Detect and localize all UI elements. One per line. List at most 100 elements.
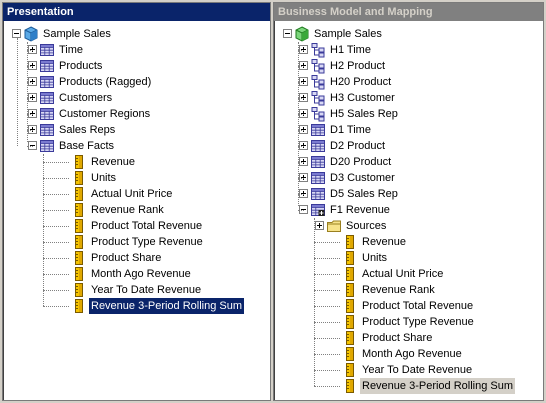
tree-node-table[interactable]: Time	[3, 42, 270, 58]
tree-node-label: Actual Unit Price	[91, 188, 173, 200]
tree-connector-line	[314, 274, 340, 275]
tree-connector-line	[314, 322, 340, 323]
tree-connector-line	[43, 226, 69, 227]
tree-node-label: F1 Revenue	[330, 204, 390, 216]
tree-connector-line	[314, 242, 340, 243]
business-model-tree[interactable]: Sample Sales H1 Time H2 Product H20 Product…	[274, 21, 543, 400]
tree-node-label: Product Share	[362, 332, 433, 344]
business-model-pane[interactable]: Business Model and Mapping Sample Sales H…	[273, 2, 544, 401]
presentation-pane[interactable]: Presentation Sample Sales Time Products Pro…	[2, 2, 271, 401]
tree-connector-line	[43, 274, 69, 275]
tree-node-business-model[interactable]: Sample Sales	[274, 26, 543, 42]
measure-column-icon	[342, 330, 358, 346]
tree-node-label: Units	[91, 172, 117, 184]
measure-column-icon	[342, 298, 358, 314]
measure-column-icon	[342, 314, 358, 330]
tree-node-label: D20 Product	[330, 156, 392, 168]
tree-node-hierarchy[interactable]: H1 Time	[274, 42, 543, 58]
tree-node-fact[interactable]: F1 Revenue	[274, 202, 543, 218]
table-icon	[39, 106, 55, 122]
business-model-cube-icon	[294, 26, 310, 42]
tree-node-label: Time	[59, 44, 84, 56]
measure-column-icon	[342, 362, 358, 378]
table-icon	[39, 42, 55, 58]
measure-column-icon	[342, 378, 358, 394]
tree-node-label: Base Facts	[59, 140, 115, 152]
hierarchy-icon	[310, 106, 326, 122]
tree-node-dimension[interactable]: D2 Product	[274, 138, 543, 154]
tree-connector-line	[43, 154, 44, 306]
tree-connector-line	[314, 338, 340, 339]
tree-node-label: Products (Ragged)	[59, 76, 152, 88]
table-icon	[39, 138, 55, 154]
tree-connector-line	[314, 354, 340, 355]
tree-node-label: Product Total Revenue	[91, 220, 203, 232]
expand-toggle[interactable]	[315, 221, 324, 230]
tree-node-label: H20 Product	[330, 76, 392, 88]
tree-connector-line	[314, 370, 340, 371]
tree-node-label: Sample Sales	[43, 28, 111, 40]
tree-node-hierarchy[interactable]: H3 Customer	[274, 90, 543, 106]
tree-node-table[interactable]: Products (Ragged)	[3, 74, 270, 90]
measure-column-icon	[342, 234, 358, 250]
tree-node-label: Sales Reps	[59, 124, 116, 136]
tree-connector-line	[27, 42, 28, 142]
tree-node-table[interactable]: Sales Reps	[3, 122, 270, 138]
presentation-tree[interactable]: Sample Sales Time Products Products (Ragged…	[3, 21, 270, 400]
hierarchy-icon	[310, 90, 326, 106]
tree-node-label: Year To Date Revenue	[362, 364, 473, 376]
tree-node-label: Year To Date Revenue	[91, 284, 202, 296]
tree-node-label: Units	[362, 252, 388, 264]
tree-node-label: D1 Time	[330, 124, 371, 136]
measure-column-icon	[71, 218, 87, 234]
hierarchy-icon	[310, 58, 326, 74]
tree-connector-line	[298, 210, 304, 211]
tree-connector-line	[43, 178, 69, 179]
tree-node-hierarchy[interactable]: H20 Product	[274, 74, 543, 90]
business-model-pane-title: Business Model and Mapping	[274, 3, 543, 21]
measure-column-icon	[71, 154, 87, 170]
tree-node-table[interactable]: Customer Regions	[3, 106, 270, 122]
tree-node-hierarchy[interactable]: H2 Product	[274, 58, 543, 74]
tree-node-label: Product Type Revenue	[91, 236, 203, 248]
tree-node-catalog[interactable]: Sample Sales	[3, 26, 270, 42]
tree-node-dimension[interactable]: D20 Product	[274, 154, 543, 170]
measure-column-icon	[71, 298, 87, 314]
tree-node-label: Revenue Rank	[91, 204, 164, 216]
tree-connector-line	[314, 306, 340, 307]
measure-column-icon	[71, 250, 87, 266]
tree-node-dimension[interactable]: D5 Sales Rep	[274, 186, 543, 202]
collapse-toggle[interactable]	[12, 29, 21, 38]
tree-node-table[interactable]: Customers	[3, 90, 270, 106]
tree-connector-line	[43, 290, 69, 291]
table-icon	[39, 74, 55, 90]
measure-column-icon	[71, 266, 87, 282]
tree-node-table[interactable]: Products	[3, 58, 270, 74]
folder-icon	[326, 218, 342, 234]
tree-node-dimension[interactable]: D3 Customer	[274, 170, 543, 186]
measure-column-icon	[71, 186, 87, 202]
tree-node-hierarchy[interactable]: H5 Sales Rep	[274, 106, 543, 122]
tree-node-label: H5 Sales Rep	[330, 108, 398, 120]
tree-node-label: Sample Sales	[314, 28, 382, 40]
measure-column-icon	[71, 170, 87, 186]
tree-connector-line	[27, 146, 33, 147]
tree-node-table[interactable]: Base Facts	[3, 138, 270, 154]
measure-column-icon	[342, 282, 358, 298]
tree-connector-line	[43, 242, 69, 243]
tree-connector-line	[43, 210, 69, 211]
tree-connector-line	[43, 306, 69, 307]
collapse-toggle[interactable]	[283, 29, 292, 38]
tree-node-label: Product Total Revenue	[362, 300, 474, 312]
tree-node-label: Customers	[59, 92, 113, 104]
tree-connector-line	[298, 42, 299, 206]
measure-column-icon	[71, 234, 87, 250]
tree-node-label: Actual Unit Price	[362, 268, 444, 280]
tree-node-dimension[interactable]: D1 Time	[274, 122, 543, 138]
tree-connector-line	[43, 258, 69, 259]
tree-node-label: Revenue 3-Period Rolling Sum	[360, 378, 516, 394]
tree-connector-line	[314, 258, 340, 259]
presentation-pane-title: Presentation	[3, 3, 270, 21]
tree-connector-line	[43, 162, 69, 163]
tree-node-label: Product Share	[91, 252, 162, 264]
